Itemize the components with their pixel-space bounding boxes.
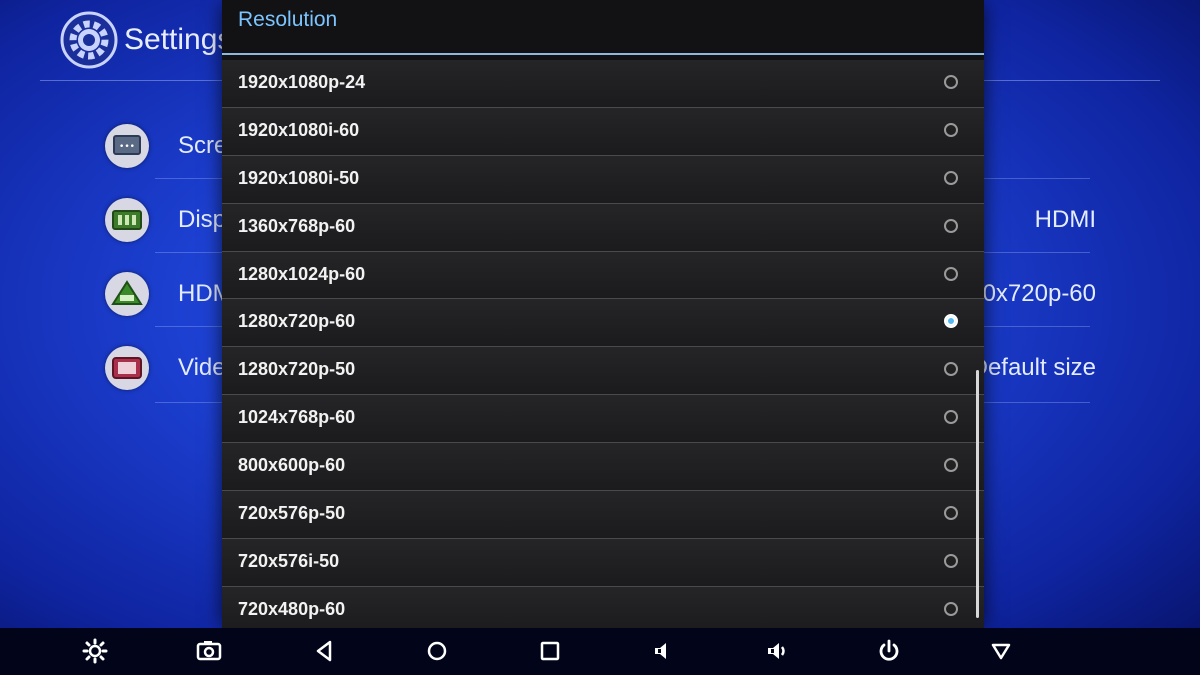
resolution-option[interactable]: 1920x1080i-50 xyxy=(222,155,984,204)
back-icon[interactable] xyxy=(311,638,337,664)
radio-button[interactable] xyxy=(944,506,958,521)
svg-text:•••: ••• xyxy=(119,142,135,152)
resolution-option[interactable]: 1280x720p-50 xyxy=(222,347,984,396)
navigation-bar xyxy=(0,628,1200,675)
recents-icon[interactable] xyxy=(537,638,563,664)
radio-button[interactable] xyxy=(944,170,958,185)
resolution-option[interactable]: 720x576i-50 xyxy=(222,538,984,587)
resolution-option[interactable]: 720x576p-50 xyxy=(222,491,984,539)
radio-button[interactable] xyxy=(944,362,958,377)
radio-button[interactable] xyxy=(944,458,958,473)
settings-row-value: HDMI xyxy=(1034,206,1096,233)
resolution-option[interactable]: 1920x1080i-60 xyxy=(222,107,984,156)
radio-button[interactable] xyxy=(944,553,958,568)
resolution-option[interactable]: 1024x768p-60 xyxy=(222,395,984,444)
volume-down-icon[interactable] xyxy=(650,638,676,664)
resolution-option-label: 720x576i-50 xyxy=(238,550,340,571)
radio-button-selected[interactable] xyxy=(944,314,958,329)
settings-row-value: Default size xyxy=(970,354,1096,381)
resolution-list: 1920x1080p-24 1920x1080i-60 1920x1080i-5… xyxy=(222,60,984,635)
radio-button[interactable] xyxy=(944,122,958,137)
resolution-option-label: 720x576p-50 xyxy=(238,503,346,524)
home-icon[interactable] xyxy=(424,638,450,664)
radio-button[interactable] xyxy=(944,601,958,616)
resolution-option-label: 1920x1080p-24 xyxy=(238,72,366,92)
radio-button[interactable] xyxy=(944,266,958,281)
resolution-option[interactable]: 1360x768p-60 xyxy=(222,203,984,252)
scrollbar[interactable] xyxy=(976,370,979,618)
resolution-option[interactable]: 1920x1080p-24 xyxy=(222,60,984,108)
settings-icon[interactable] xyxy=(82,638,108,664)
settings-header: Settings xyxy=(60,10,232,70)
resolution-option-label: 1280x1024p-60 xyxy=(238,263,366,284)
dialog-title: Resolution xyxy=(238,8,338,31)
page-title: Settings xyxy=(124,23,233,56)
power-icon[interactable] xyxy=(876,638,902,664)
resolution-option-label: 720x480p-60 xyxy=(238,598,346,619)
resolution-option-label: 1920x1080i-60 xyxy=(238,119,360,140)
resolution-option-label: 1360x768p-60 xyxy=(238,215,356,236)
resolution-option-label: 1920x1080i-50 xyxy=(238,167,360,188)
menu-down-icon[interactable] xyxy=(988,638,1014,664)
settings-gear-icon xyxy=(60,11,118,69)
screen-icon: ••• xyxy=(105,124,149,168)
hdmi-icon xyxy=(105,272,149,316)
radio-button[interactable] xyxy=(944,75,958,89)
screenshot-icon[interactable] xyxy=(196,638,222,664)
radio-button[interactable] xyxy=(944,410,958,425)
video-icon xyxy=(105,346,149,390)
resolution-option-label: 1280x720p-60 xyxy=(238,311,356,332)
dialog-title-divider xyxy=(222,53,984,55)
resolution-dialog: Resolution 1920x1080p-24 1920x1080i-60 1… xyxy=(222,0,984,635)
resolution-option[interactable]: 1280x720p-60 xyxy=(222,299,984,348)
display-icon xyxy=(105,198,149,242)
resolution-option-label: 800x600p-60 xyxy=(238,455,346,476)
resolution-option[interactable]: 1280x1024p-60 xyxy=(222,251,984,300)
resolution-option[interactable]: 800x600p-60 xyxy=(222,443,984,492)
radio-button[interactable] xyxy=(944,218,958,233)
volume-up-icon[interactable] xyxy=(764,638,790,664)
resolution-option-label: 1024x768p-60 xyxy=(238,407,356,428)
resolution-option-label: 1280x720p-50 xyxy=(238,359,356,380)
